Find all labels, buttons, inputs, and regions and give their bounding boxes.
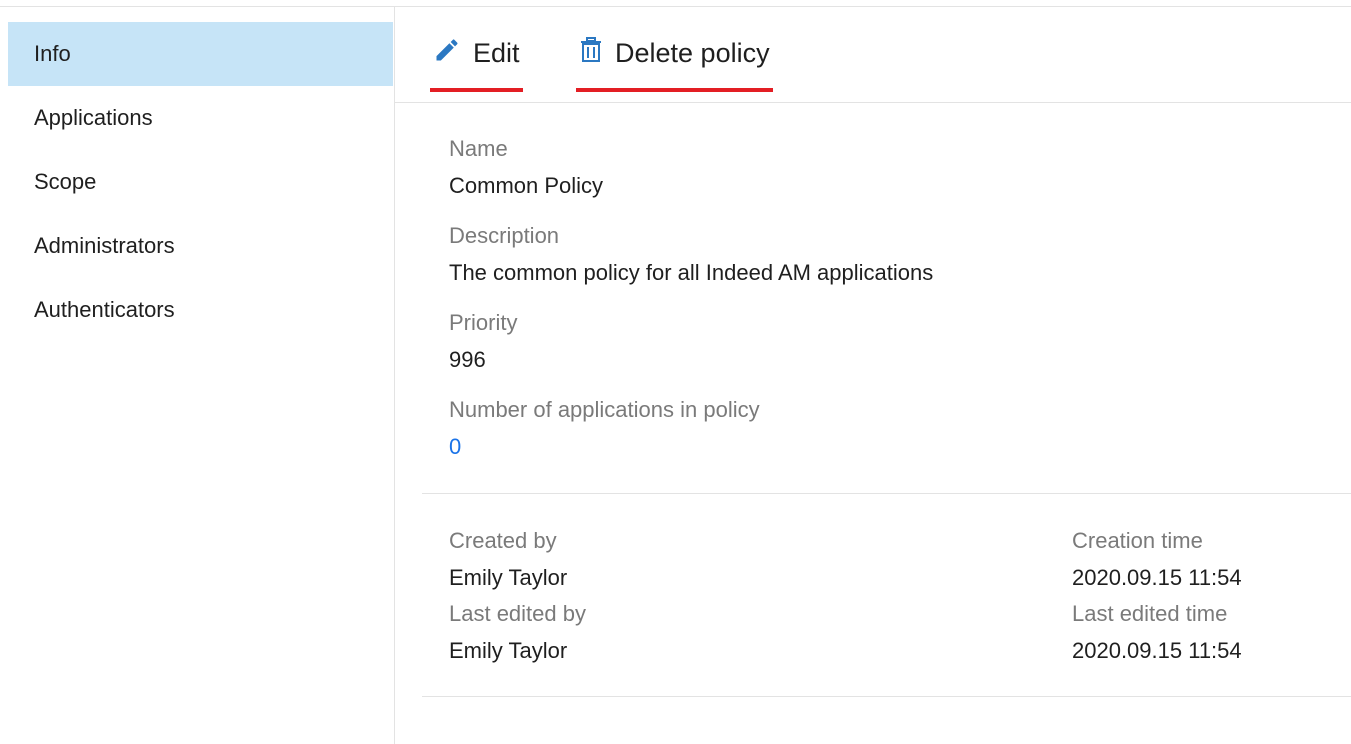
creation-time-label: Creation time — [1072, 528, 1203, 553]
sidebar-item-authenticators[interactable]: Authenticators — [8, 278, 393, 342]
description-value: The common policy for all Indeed AM appl… — [449, 260, 934, 285]
section-divider — [422, 493, 1351, 494]
last-edited-by-label: Last edited by — [449, 601, 586, 626]
last-edited-by-value: Emily Taylor — [449, 638, 568, 663]
edit-underline — [430, 88, 523, 92]
edit-label: Edit — [473, 37, 520, 68]
bottom-divider — [422, 696, 1351, 697]
apps-count-link[interactable]: 0 — [449, 434, 461, 460]
sidebar: Info Applications Scope Administrators A… — [0, 7, 395, 744]
delete-policy-button[interactable]: Delete policy — [576, 31, 773, 92]
created-by-value: Emily Taylor — [449, 565, 568, 590]
sidebar-item-label: Applications — [34, 105, 153, 130]
last-edited-time-label: Last edited time — [1072, 601, 1228, 626]
delete-underline — [576, 88, 773, 92]
created-by-label: Created by — [449, 528, 557, 553]
apps-count-label: Number of applications in policy — [449, 397, 760, 422]
sidebar-item-label: Info — [34, 41, 71, 66]
name-value: Common Policy — [449, 173, 604, 198]
pencil-icon — [433, 36, 461, 71]
last-edited-time-value: 2020.09.15 11:54 — [1072, 638, 1242, 663]
main-content: Edit Delete policy Name Common Policy De… — [395, 7, 1351, 744]
sidebar-item-administrators[interactable]: Administrators — [8, 214, 393, 278]
name-label: Name — [449, 136, 508, 161]
trash-icon — [579, 36, 603, 70]
sidebar-item-label: Administrators — [34, 233, 175, 258]
sidebar-item-info[interactable]: Info — [8, 22, 393, 86]
toolbar: Edit Delete policy — [395, 7, 1351, 103]
priority-label: Priority — [449, 310, 518, 335]
sidebar-item-label: Authenticators — [34, 297, 175, 322]
sidebar-item-applications[interactable]: Applications — [8, 86, 393, 150]
priority-value: 996 — [449, 347, 486, 372]
sidebar-item-label: Scope — [34, 169, 97, 194]
creation-time-value: 2020.09.15 11:54 — [1072, 565, 1242, 590]
delete-policy-label: Delete policy — [615, 37, 770, 68]
sidebar-item-scope[interactable]: Scope — [8, 150, 393, 214]
edit-button[interactable]: Edit — [430, 31, 523, 92]
description-label: Description — [449, 223, 560, 248]
